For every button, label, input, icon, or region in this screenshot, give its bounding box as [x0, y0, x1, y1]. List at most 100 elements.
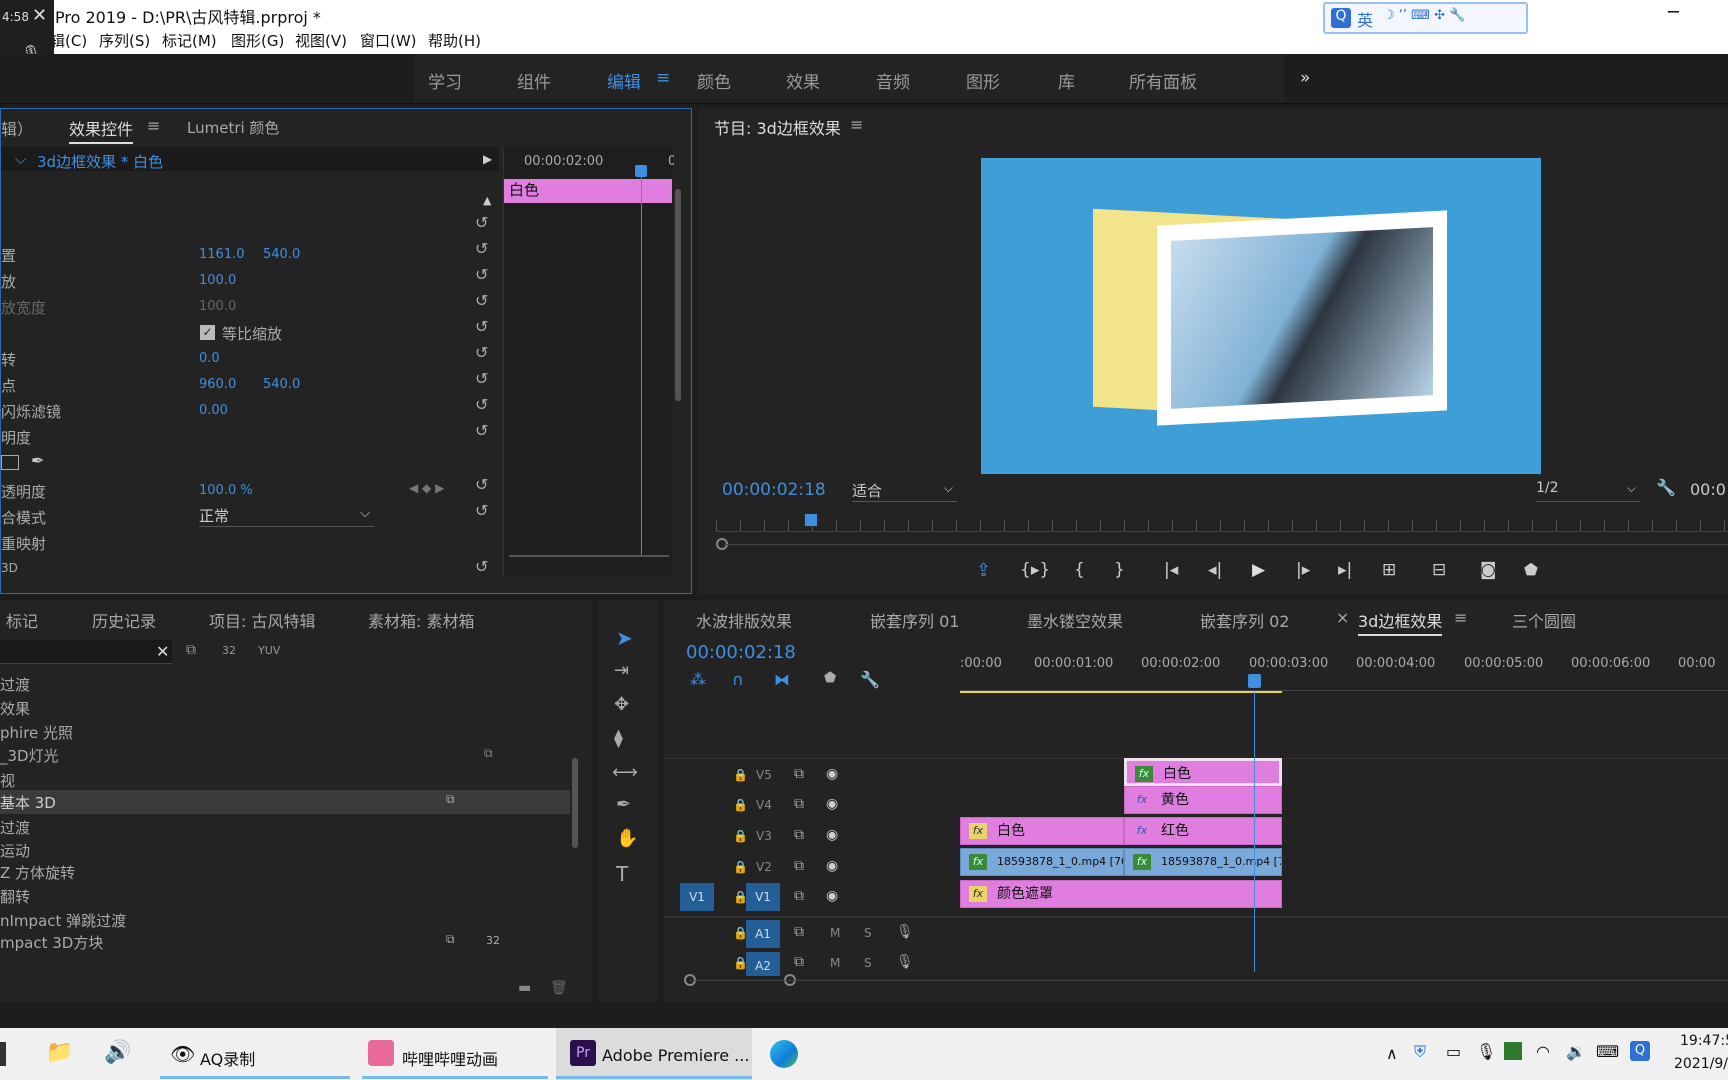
eye-icon[interactable]: ◉ [826, 766, 838, 782]
mark-out-icon[interactable]: } [1114, 560, 1125, 580]
minimize-icon[interactable]: ─ [1668, 2, 1679, 23]
timeline-ruler[interactable]: :00:00 00:00:01:00 00:00:02:00 00:00:03:… [960, 654, 1728, 680]
selected-row[interactable] [0, 790, 570, 814]
resolution-dropdown[interactable]: 1/2 ⌵ [1536, 480, 1640, 502]
reset-icon[interactable]: ↺ [475, 557, 488, 576]
eye-icon[interactable]: ◉ [826, 888, 838, 904]
tab-effect-controls[interactable]: 效果控件 [69, 116, 134, 144]
clock-date[interactable]: 2021/9/ [1674, 1056, 1728, 1072]
panel-menu-icon[interactable]: ≡ [850, 115, 863, 134]
track-label[interactable]: A1 [746, 920, 780, 948]
toggle-sync-icon[interactable]: ⧉ [794, 954, 804, 970]
play-clip-icon[interactable]: ▶ [483, 152, 492, 166]
ripple-edit-icon[interactable]: ✥ [614, 694, 629, 715]
rotation-value[interactable]: 0.0 [199, 351, 220, 366]
list-item[interactable]: phire 光照 [0, 722, 73, 743]
ws-all-panels[interactable]: 所有面板 [1129, 68, 1197, 93]
razor-icon[interactable]: ⧫ [614, 728, 623, 749]
rectangle-mask-icon[interactable] [1, 455, 19, 470]
zoom-bar[interactable] [724, 544, 1728, 545]
premiere-icon[interactable]: Pr [570, 1040, 596, 1066]
bilibili-icon[interactable] [368, 1040, 394, 1066]
panel-menu-icon[interactable]: ≡ [147, 116, 160, 135]
menu-marker[interactable]: 标记(M) [162, 30, 217, 51]
menu-graphics[interactable]: 图形(G) [231, 30, 284, 51]
close-icon[interactable]: ✕ [32, 5, 47, 26]
taskbar-app[interactable]: 哔哩哔哩动画 [402, 1046, 498, 1070]
toggle-sync-icon[interactable]: ⧉ [794, 827, 804, 843]
eye-icon[interactable]: ◉ [826, 796, 838, 812]
solo-button[interactable]: S [864, 926, 872, 940]
source-patch-v1[interactable]: V1 [680, 883, 714, 911]
reset-icon[interactable]: ↺ [475, 421, 488, 440]
toggle-sync-icon[interactable]: ⧉ [794, 924, 804, 940]
timeline-playhead-handle[interactable] [1248, 674, 1261, 688]
reset-icon[interactable]: ↺ [475, 213, 488, 232]
menu-window[interactable]: 窗口(W) [360, 30, 417, 51]
list-item[interactable]: _3D灯光 [0, 745, 59, 766]
slip-icon[interactable]: ⟷ [612, 762, 638, 783]
panel-menu-icon[interactable]: ≡ [1454, 608, 1467, 627]
new-folder-icon[interactable]: ▬ [518, 980, 531, 996]
mute-button[interactable]: M [830, 926, 840, 940]
start-edge[interactable] [0, 1042, 6, 1066]
ws-audio[interactable]: 音频 [876, 68, 910, 93]
nvidia-icon[interactable] [1504, 1042, 1522, 1060]
ws-libraries[interactable]: 库 [1058, 68, 1075, 93]
reset-icon[interactable]: ↺ [475, 317, 488, 336]
type-tool-icon[interactable]: T [616, 862, 628, 886]
overflow-chevron-icon[interactable]: » [1300, 68, 1310, 88]
chevron-up-icon[interactable]: ∧ [1386, 1044, 1398, 1063]
mark-in-icon[interactable]: { [1074, 560, 1085, 580]
track-label[interactable]: V1 [746, 883, 780, 911]
uniform-scale-checkbox[interactable]: ✓ [200, 325, 215, 340]
clip-v2-b[interactable]: fx 18593878_1_0.mp4 [70 [1124, 848, 1282, 876]
video-preview[interactable] [981, 158, 1541, 474]
extract-icon[interactable]: ⊟ [1432, 560, 1446, 580]
program-title[interactable]: 节目: 3d边框效果 [714, 115, 841, 139]
clip-v5[interactable]: fx 白色 [1124, 758, 1282, 786]
pen-mask-icon[interactable]: ✒ [31, 451, 44, 470]
timeline-timecode[interactable]: 00:00:02:18 [686, 642, 796, 663]
reset-icon[interactable]: ↺ [475, 369, 488, 388]
snap-icon[interactable]: ∩ [732, 670, 744, 689]
trash-icon[interactable]: 🗑 [550, 980, 568, 996]
chevron-down-icon[interactable]: ⌵ [15, 150, 26, 168]
scroll-up-icon[interactable]: ▲ [483, 194, 491, 207]
tab-source-partial[interactable]: 辑） [1, 116, 33, 140]
ime-options-icon[interactable]: ☽ ‘’ ⌨ ✣ 🔧 [1383, 8, 1465, 23]
list-item[interactable]: 运动 [0, 840, 30, 861]
mini-zoom-bar[interactable] [509, 555, 669, 557]
hand-tool-icon[interactable]: ✋ [616, 828, 638, 849]
seq-tab[interactable]: 水波排版效果 [696, 608, 792, 632]
menu-sequence[interactable]: 序列(S) [99, 30, 150, 51]
menu-edit[interactable]: 辑(C) [50, 30, 87, 51]
input-method-icon[interactable]: ⌨ [1596, 1042, 1619, 1061]
program-playhead[interactable] [805, 514, 817, 526]
flicker-value[interactable]: 0.00 [199, 403, 228, 418]
position-y[interactable]: 540.0 [263, 247, 300, 262]
menu-view[interactable]: 视图(V) [295, 30, 347, 51]
list-item[interactable]: nImpact 弹跳过渡 [0, 910, 126, 931]
list-item[interactable]: 翻转 [0, 886, 30, 907]
add-marker-icon[interactable]: ⬟ [824, 670, 836, 686]
anchor-x[interactable]: 960.0 [199, 377, 236, 392]
track-select-icon[interactable]: ⇥ [614, 660, 629, 681]
seq-tab-active[interactable]: 3d边框效果 [1358, 608, 1443, 636]
toggle-sync-icon[interactable]: ⧉ [794, 858, 804, 874]
search-input[interactable] [0, 640, 172, 664]
blend-mode-dropdown[interactable]: 正常 ⌵ [199, 505, 374, 527]
speaker-icon[interactable]: 🔊 [104, 1040, 131, 1065]
ime-logo-icon[interactable]: Q [1630, 1041, 1650, 1061]
lock-icon[interactable]: 🔒 [733, 860, 748, 874]
mini-timeline[interactable]: 00:00:02:00 00:00 白色 [503, 147, 674, 577]
ws-menu-icon[interactable]: ≡ [656, 68, 670, 88]
list-item[interactable]: 基本 3D [0, 792, 56, 813]
tab-project[interactable]: 项目: 古风特辑 [209, 608, 315, 632]
ws-editing[interactable]: 编辑 [607, 68, 641, 93]
aq-record-icon[interactable]: 👁 [170, 1042, 195, 1066]
clip-v2-a[interactable]: fx 18593878_1_0.mp4 [70. [960, 848, 1124, 876]
scrollbar[interactable] [675, 189, 681, 401]
list-item[interactable]: mpact 3D方块 [0, 932, 103, 953]
pen-tool-icon[interactable]: ✒ [616, 794, 631, 815]
